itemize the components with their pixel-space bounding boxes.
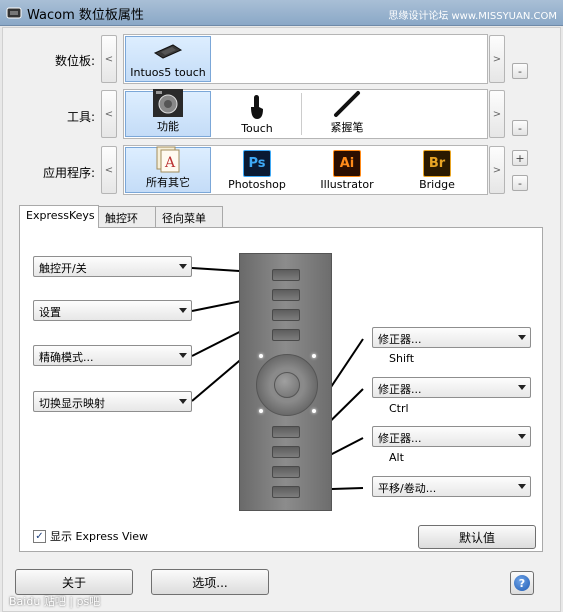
chevron-down-icon [179,399,187,404]
tablet-key [272,486,300,498]
tablet-key [272,289,300,301]
tool-item-label: 紧握笔 [330,121,364,134]
express-functions-icon [153,89,183,117]
tablet-row-label: 数位板: [54,54,95,68]
tool-item-grip-pen[interactable]: 紧握笔 [304,91,390,137]
tablet-icon [153,37,183,65]
app-item-label: Illustrator [320,178,374,191]
tablet-key [272,309,300,321]
tablet-key [272,269,300,281]
chevron-down-icon [179,353,187,358]
app-item-label: 所有其它 [146,176,190,189]
footer-watermark: Baidu 贴吧 | ps吧 [9,595,101,608]
tablet-item-intuos5[interactable]: Intuos5 touch [125,36,211,82]
status-led [259,354,263,358]
tab-expresskeys[interactable]: ExpressKeys [19,205,99,228]
tab-radial-menu[interactable]: 径向菜单 [155,206,223,228]
default-button[interactable]: 默认值 [418,525,536,549]
chevron-down-icon [179,308,187,313]
tool-item-label: 功能 [157,120,179,133]
tool-next-button[interactable]: > [489,90,505,138]
options-button[interactable]: 选项... [151,569,269,595]
grip-pen-icon [332,90,362,118]
expresskey-2-dropdown[interactable]: 设置 [33,300,192,321]
tablet-key [272,446,300,458]
dialog-client: 数位板: < Intuos5 touch > - 工具: < 功能 Touch [2,27,561,612]
tablet-next-button[interactable]: > [489,35,505,83]
app-remove-button[interactable]: - [512,175,528,191]
tablet-remove-button[interactable]: - [512,63,528,79]
modifier-label-ctrl: Ctrl [389,402,409,415]
bridge-icon: Br [422,149,452,177]
tool-item-touch[interactable]: Touch [214,91,300,137]
site-watermark: 思缘设计论坛 www.MISSYUAN.COM [388,11,557,22]
expresskey-1-dropdown[interactable]: 触控开/关 [33,256,192,277]
tool-prev-button[interactable]: < [101,90,117,138]
tablet-item-label: Intuos5 touch [130,66,206,79]
app-item-illustrator[interactable]: Ai Illustrator [304,147,390,193]
express-view-label: 显示 Express View [50,530,149,543]
app-strip: A 所有其它 Ps Photoshop Ai Illustrator Br Br… [123,145,488,195]
tool-item-label: Touch [241,122,273,135]
tab-touch-ring[interactable]: 触控环 [98,206,156,228]
status-led [312,354,316,358]
app-item-bridge[interactable]: Br Bridge [394,147,480,193]
chevron-down-icon [179,264,187,269]
tool-row-label: 工具: [66,110,95,124]
touch-finger-icon [242,93,272,121]
chevron-down-icon [518,335,526,340]
tool-remove-button[interactable]: - [512,120,528,136]
tablet-key [272,426,300,438]
tablet-diagram [239,253,332,511]
expresskey-4-dropdown[interactable]: 切换显示映射 [33,391,192,412]
tool-divider [301,93,302,135]
help-icon: ? [514,575,530,591]
expresskey-5-dropdown[interactable]: 修正器... [372,327,531,348]
expresskey-6-dropdown[interactable]: 修正器... [372,377,531,398]
tablet-strip: Intuos5 touch [123,34,488,84]
illustrator-icon: Ai [332,149,362,177]
svg-text:A: A [164,155,176,171]
status-led [312,409,316,413]
expresskeys-panel: 触控开/关 设置 精确模式... 切换显示映射 修正器... Shift 修正器… [19,227,543,552]
touch-ring-center [274,372,300,398]
status-led [259,409,263,413]
expresskey-3-dropdown[interactable]: 精确模式... [33,345,192,366]
modifier-label-shift: Shift [389,352,415,365]
app-row-label: 应用程序: [42,166,95,180]
help-button[interactable]: ? [510,571,534,595]
tablet-prev-button[interactable]: < [101,35,117,83]
expresskey-7-dropdown[interactable]: 修正器... [372,426,531,447]
app-item-photoshop[interactable]: Ps Photoshop [214,147,300,193]
touch-ring [256,354,318,416]
tool-item-functions[interactable]: 功能 [125,89,211,137]
app-item-label: Photoshop [228,178,286,191]
window-title: Wacom 数位板属性 [27,8,144,23]
wacom-app-icon [6,7,22,19]
app-add-button[interactable]: + [512,150,528,166]
app-prev-button[interactable]: < [101,146,117,194]
about-button[interactable]: 关于 [15,569,133,595]
tablet-key [272,329,300,341]
chevron-down-icon [518,385,526,390]
app-item-all-other[interactable]: A 所有其它 [125,145,211,193]
photoshop-icon: Ps [242,149,272,177]
modifier-label-alt: Alt [389,451,404,464]
tablet-key [272,466,300,478]
chevron-down-icon [518,484,526,489]
express-view-option[interactable]: ✓ 显示 Express View [33,528,148,544]
app-item-label: Bridge [419,178,455,191]
title-bar[interactable]: Wacom 数位板属性 思缘设计论坛 www.MISSYUAN.COM [0,0,563,26]
tool-strip: 功能 Touch 紧握笔 [123,89,488,139]
all-other-apps-icon: A [153,145,183,173]
app-next-button[interactable]: > [489,146,505,194]
expresskey-8-dropdown[interactable]: 平移/卷动... [372,476,531,497]
express-view-checkbox[interactable]: ✓ [33,529,46,543]
chevron-down-icon [518,434,526,439]
